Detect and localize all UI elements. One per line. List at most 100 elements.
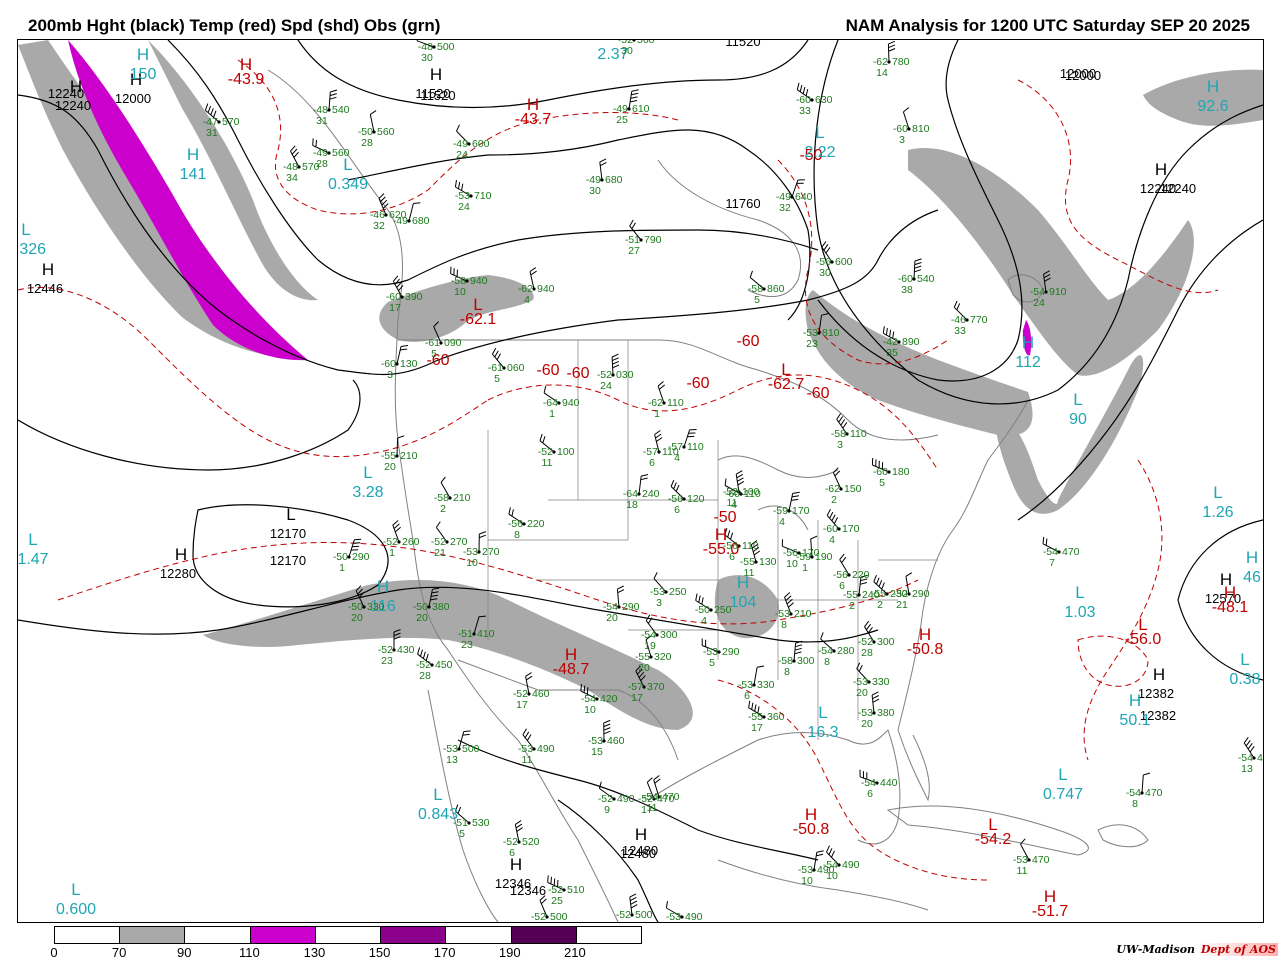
- station-height: 370: [647, 681, 665, 693]
- station-dewpoint-depression: 20: [384, 461, 396, 473]
- station-height: 520: [522, 836, 540, 848]
- station-dewpoint-depression: 4: [524, 294, 530, 306]
- speed-center-marker: L: [1213, 483, 1222, 502]
- station-dewpoint-depression: 28: [861, 647, 873, 659]
- height-center-marker: L: [286, 505, 295, 524]
- height-center-value: 12382: [1138, 686, 1174, 701]
- station-dewpoint-depression: 5: [459, 828, 465, 840]
- station-height: 170: [802, 547, 820, 559]
- station-dewpoint-depression: 8: [1132, 798, 1138, 810]
- station-height: 300: [877, 636, 895, 648]
- station-height: 100: [557, 446, 575, 458]
- hispaniola-coast: [1097, 824, 1149, 848]
- speed-center-value: 3.28: [352, 484, 383, 501]
- station-height: 420: [600, 693, 618, 705]
- speed-center-value: 0.600: [56, 901, 96, 918]
- station-dewpoint-depression: 17: [389, 302, 401, 314]
- station-dewpoint-depression: 30: [589, 185, 601, 197]
- temperature-center-value: -62.1: [460, 311, 497, 328]
- station-dewpoint-depression: 5: [709, 657, 715, 669]
- temperature-contour-label: -60: [686, 375, 709, 392]
- speed-center-value: 16.3: [807, 724, 838, 741]
- station-height: 460: [532, 688, 550, 700]
- height-contour-label: 11520: [420, 88, 455, 103]
- station-height: 470: [1145, 787, 1163, 799]
- station-height: 810: [912, 123, 930, 135]
- height-center-marker: H: [42, 260, 54, 279]
- station-dewpoint-depression: 10: [454, 286, 466, 298]
- station-height: 710: [474, 190, 492, 202]
- station-height: 500: [635, 909, 653, 921]
- speed-center-marker: L: [71, 880, 80, 899]
- temperature-center-value: -48.7: [553, 661, 590, 678]
- speed-center-marker: L: [363, 463, 372, 482]
- station-height: 360: [767, 711, 785, 723]
- speed-center-value: 1.03: [1064, 604, 1095, 621]
- temperature-center-value: -54.2: [975, 831, 1012, 848]
- wind-speed-shading: [18, 40, 1263, 730]
- station-height: 860: [767, 283, 785, 295]
- station-dewpoint-depression: 2: [849, 600, 855, 612]
- station-dewpoint-depression: 8: [514, 529, 520, 541]
- temperature-center-value: -50.8: [793, 821, 830, 838]
- station-height: 630: [815, 94, 833, 106]
- jet-70kt-region-atlantic-south: [993, 355, 1144, 514]
- station-dewpoint-depression: 11: [522, 754, 533, 766]
- station-height: 300: [797, 655, 815, 667]
- height-contour-12480: [557, 799, 659, 922]
- station-height: 330: [872, 676, 890, 688]
- station-dewpoint-depression: 33: [954, 325, 966, 337]
- station-height: 530: [472, 817, 490, 829]
- station-dewpoint-depression: 27: [628, 245, 640, 257]
- station-height: 110: [742, 540, 759, 552]
- station-dewpoint-depression: 4: [779, 516, 785, 528]
- station-dewpoint-depression: 10: [801, 875, 813, 887]
- temperature-contour-label: -60: [426, 352, 449, 369]
- station-height: 290: [722, 646, 740, 658]
- speed-center-value: 1.47: [18, 551, 49, 568]
- station-height: 130: [759, 556, 777, 568]
- legend-tick-label: 70: [111, 945, 127, 960]
- station-height: 110: [744, 488, 761, 500]
- station-height: 290: [912, 588, 930, 600]
- station-height: 570: [302, 161, 320, 173]
- station-height: 450: [1257, 752, 1263, 764]
- station-height: 440: [880, 777, 898, 789]
- station-height: 180: [892, 466, 910, 478]
- legend-segment: [315, 927, 382, 943]
- station-dewpoint-depression: 11: [1017, 865, 1028, 877]
- station-dewpoint-depression: 21: [896, 599, 908, 611]
- station-height: 600: [472, 138, 490, 150]
- station-dewpoint-depression: 25: [616, 114, 628, 126]
- station-height: 560: [377, 126, 395, 138]
- legend-tick-label: 0: [50, 945, 58, 960]
- station-height: 330: [367, 601, 385, 613]
- station-dewpoint-depression: 24: [1033, 297, 1045, 309]
- speed-center-value: 1.26: [1202, 504, 1233, 521]
- station-dewpoint-depression: 9: [604, 804, 610, 816]
- speed-center-value: 46: [1243, 569, 1261, 586]
- station-dewpoint-depression: 8: [824, 656, 830, 668]
- station-height: 110: [687, 441, 704, 453]
- station-dewpoint-depression: 14: [876, 67, 888, 79]
- station-height: 300: [660, 629, 678, 641]
- height-contour-label: 12000: [1060, 66, 1096, 81]
- station-dewpoint-depression: 3: [387, 369, 393, 381]
- station-dewpoint-depression: 23: [806, 338, 818, 350]
- station-height: 250: [669, 586, 687, 598]
- station-dewpoint-depression: 30: [819, 267, 831, 279]
- speed-center-marker: H: [187, 145, 199, 164]
- station-dewpoint-depression: 1: [802, 562, 808, 574]
- map-title: 200mb Hght (black) Temp (red) Spd (shd) …: [28, 16, 441, 35]
- station-height: 220: [527, 518, 545, 530]
- temperature-contour-label: -60: [736, 333, 759, 350]
- station-dewpoint-depression: 2: [831, 494, 837, 506]
- legend-tick-label: 170: [433, 945, 456, 960]
- station-dewpoint-depression: 24: [458, 201, 470, 213]
- station-dewpoint-depression: 1: [339, 562, 345, 574]
- station-dewpoint-depression: 6: [674, 504, 680, 516]
- station-height: 030: [616, 369, 634, 381]
- station-dewpoint-depression: 20: [861, 718, 873, 730]
- station-height: 320: [654, 651, 672, 663]
- credit-org: UW-Madison: [1116, 943, 1196, 956]
